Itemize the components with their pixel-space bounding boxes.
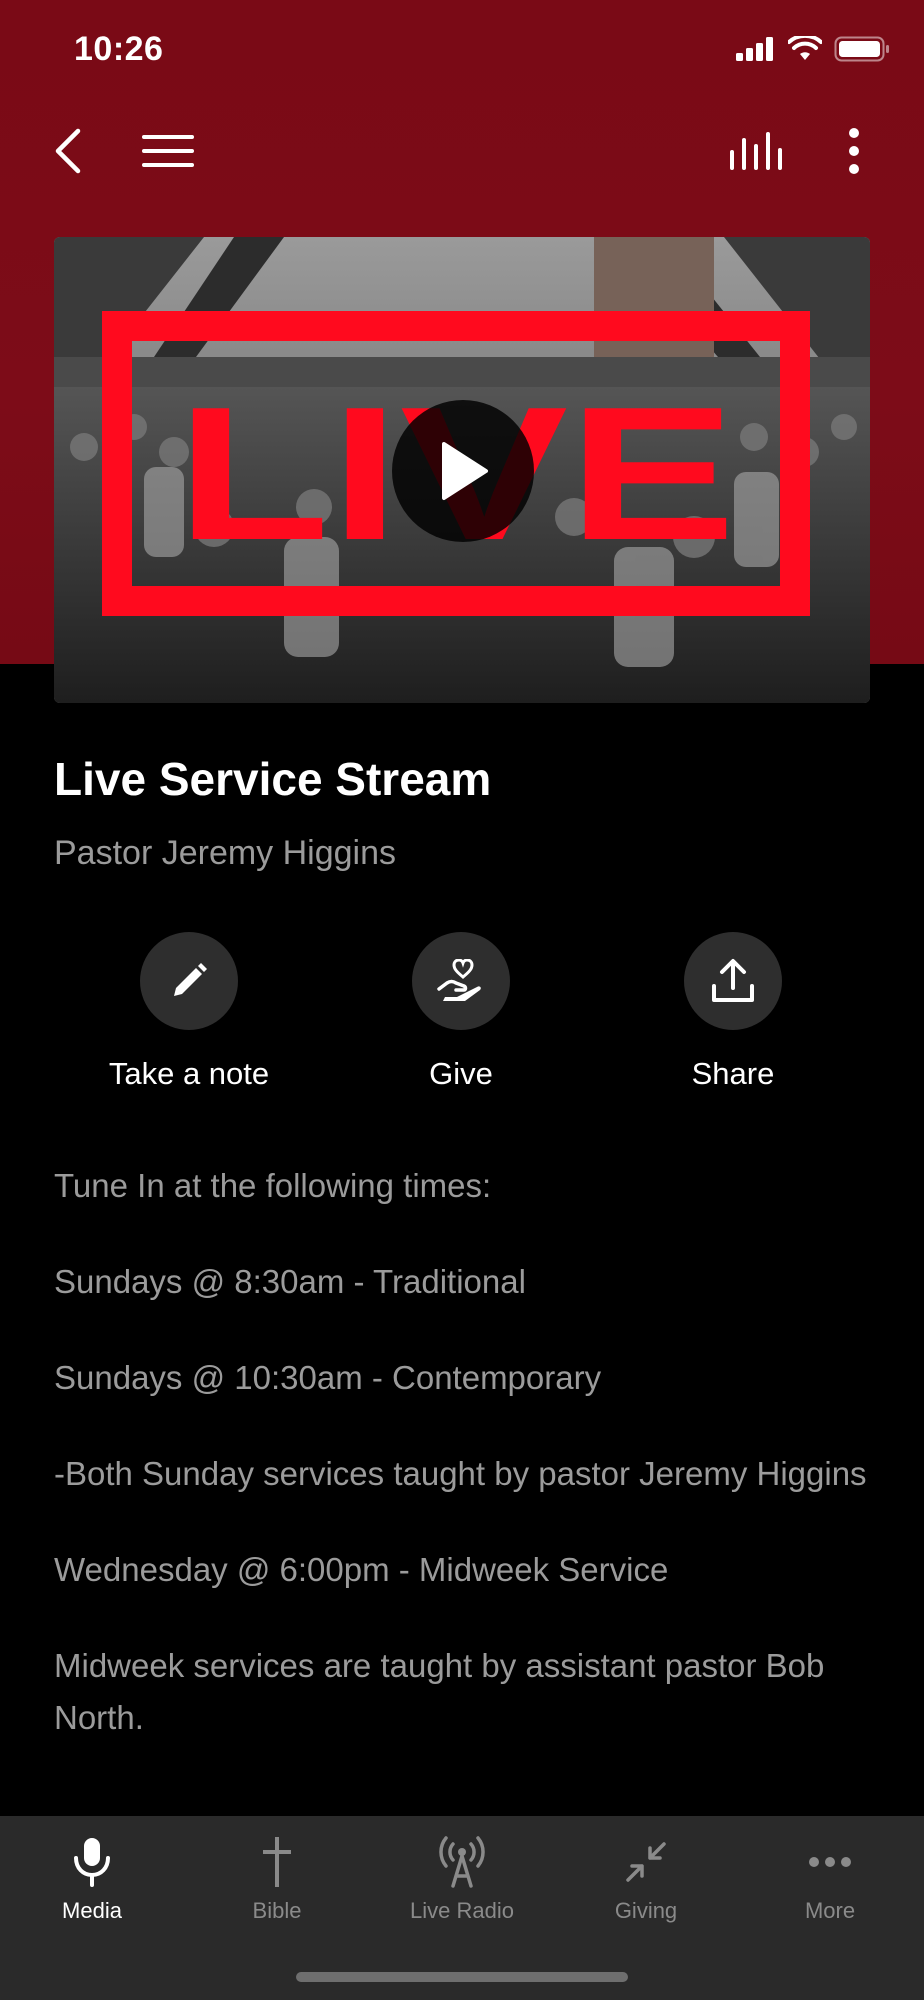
- share-button[interactable]: [684, 932, 782, 1030]
- cross-icon: [263, 1837, 291, 1887]
- description-line: Sundays @ 10:30am - Contemporary: [54, 1359, 602, 1396]
- radio-tower-icon: [439, 1836, 485, 1888]
- media-description: Tune In at the following times: Sundays …: [54, 1160, 870, 1788]
- tab-bible-label: Bible: [252, 1898, 302, 1923]
- chevron-left-icon: [55, 128, 81, 174]
- tab-bible[interactable]: Bible: [185, 1832, 369, 1924]
- hamburger-menu-icon: [142, 135, 194, 167]
- equalizer-icon: [730, 132, 782, 170]
- tab-media-label: Media: [62, 1898, 122, 1923]
- tab-more-label: More: [804, 1898, 856, 1923]
- horizontal-dots-icon: [809, 1857, 851, 1867]
- give-label: Give: [429, 1056, 493, 1091]
- battery-icon: [834, 36, 889, 62]
- tab-giving-label: Giving: [614, 1898, 678, 1923]
- microphone-icon: [74, 1838, 110, 1887]
- give-button[interactable]: [412, 932, 510, 1030]
- description-line: Wednesday @ 6:00pm - Midweek Service: [54, 1551, 669, 1588]
- status-icons: [736, 36, 890, 62]
- tab-media[interactable]: Media: [0, 1832, 184, 1924]
- take-note-label: Take a note: [108, 1056, 270, 1091]
- audio-player-button[interactable]: [718, 119, 794, 183]
- status-time: 10:26: [74, 30, 164, 68]
- share-label: Share: [691, 1056, 775, 1091]
- take-note-action[interactable]: Take a note: [69, 932, 309, 1092]
- media-speaker: Pastor Jeremy Higgins: [54, 834, 397, 872]
- pencil-icon: [174, 963, 207, 996]
- arrows-collapse-icon: [626, 1842, 666, 1882]
- tab-giving[interactable]: Giving: [554, 1832, 738, 1924]
- back-button[interactable]: [40, 119, 96, 183]
- description-line: Sundays @ 8:30am - Traditional: [54, 1263, 526, 1300]
- media-title: Live Service Stream: [54, 753, 492, 805]
- description-line: -Both Sunday services taught by pastor J…: [54, 1455, 867, 1492]
- share-action[interactable]: Share: [613, 932, 853, 1092]
- tab-live-radio[interactable]: Live Radio: [370, 1832, 554, 1924]
- give-action[interactable]: Give: [341, 932, 581, 1092]
- media-actions: Take a note Give Share: [0, 932, 924, 1102]
- wifi-icon: [788, 36, 822, 60]
- tab-more[interactable]: More: [738, 1832, 922, 1924]
- status-bar: 10:26: [0, 0, 924, 100]
- cellular-signal-icon: [736, 37, 773, 61]
- more-options-button[interactable]: [826, 119, 882, 183]
- share-upload-icon: [712, 959, 754, 1002]
- vertical-dots-icon: [849, 128, 859, 174]
- video-player[interactable]: LIVE: [54, 237, 870, 703]
- description-line: Tune In at the following times:: [54, 1167, 492, 1204]
- play-icon: [442, 442, 488, 500]
- tab-live-radio-label: Live Radio: [410, 1898, 514, 1923]
- take-note-button[interactable]: [140, 932, 238, 1030]
- description-line: Midweek services are taught by assistant…: [54, 1647, 825, 1736]
- top-nav-bar: [0, 105, 924, 195]
- heart-hand-icon: [437, 959, 481, 1001]
- play-button[interactable]: [392, 400, 534, 542]
- menu-button[interactable]: [130, 119, 206, 183]
- home-indicator[interactable]: [296, 1972, 628, 1982]
